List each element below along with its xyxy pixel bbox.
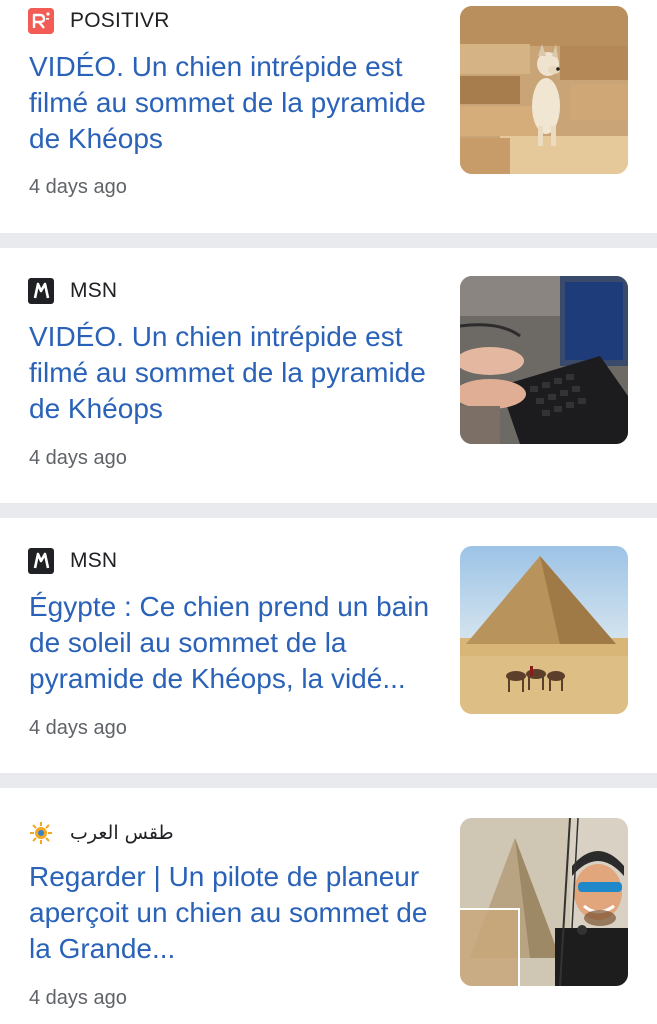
source-name: POSITIVR (70, 9, 170, 32)
timestamp: 4 days ago (29, 176, 127, 198)
paraglider-pilot-pyramid-image[interactable] (460, 818, 628, 986)
news-card[interactable]: POSITIVR VIDÉO. Un chien intrépide est f… (0, 0, 657, 233)
source-row: طقس العرب (28, 818, 174, 848)
source-row: MSN (28, 546, 117, 576)
source-name: طقس العرب (70, 822, 174, 844)
headline-link[interactable]: Regarder | Un pilote de planeur aperçoit… (29, 859, 434, 967)
hands-on-laptop-image[interactable] (460, 276, 628, 444)
news-card[interactable]: طقس العرب Regarder | Un pilote de planeu… (0, 788, 657, 1024)
headline-link[interactable]: Égypte : Ce chien prend un bain de solei… (29, 589, 434, 697)
arabia-weather-logo-icon (28, 820, 54, 846)
positivr-logo-icon (28, 8, 54, 34)
news-card[interactable]: MSN Égypte : Ce chien prend un bain de s… (0, 518, 657, 773)
msn-logo-icon (28, 278, 54, 304)
news-feed: POSITIVR VIDÉO. Un chien intrépide est f… (0, 0, 657, 1024)
source-name: MSN (70, 549, 118, 572)
timestamp: 4 days ago (29, 987, 127, 1009)
timestamp: 4 days ago (29, 717, 127, 739)
headline-link[interactable]: VIDÉO. Un chien intrépide est filmé au s… (29, 49, 434, 157)
source-name: MSN (70, 279, 118, 302)
source-row: POSITIVR (28, 6, 170, 36)
dog-on-pyramid-stones-image[interactable] (460, 6, 628, 174)
pyramid-with-camels-image[interactable] (460, 546, 628, 714)
msn-logo-icon (28, 548, 54, 574)
source-row: MSN (28, 276, 117, 306)
headline-link[interactable]: VIDÉO. Un chien intrépide est filmé au s… (29, 319, 434, 427)
news-card[interactable]: MSN VIDÉO. Un chien intrépide est filmé … (0, 248, 657, 503)
timestamp: 4 days ago (29, 447, 127, 469)
